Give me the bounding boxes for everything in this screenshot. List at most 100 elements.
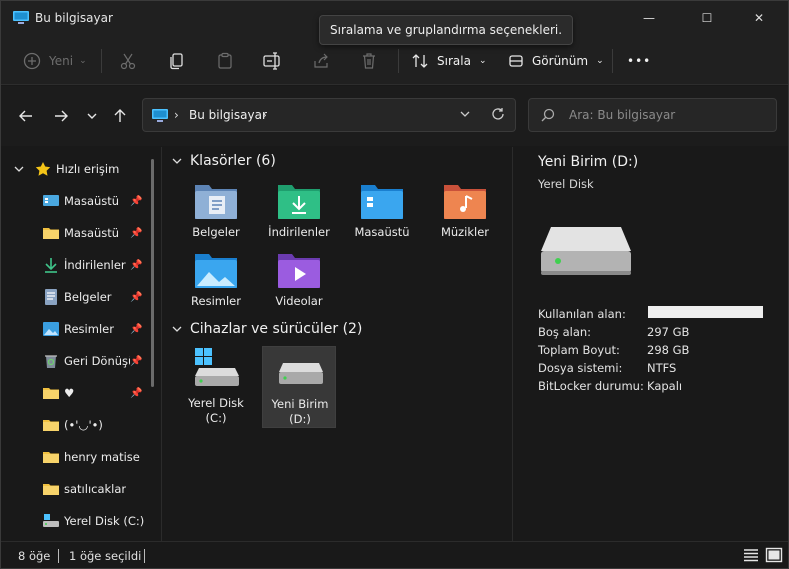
more-options-button[interactable]: ••• bbox=[627, 45, 651, 77]
pin-icon: 📌 bbox=[130, 259, 143, 271]
content-pane: Klasörler (6) Belgeler İndirilenler Masa… bbox=[162, 147, 512, 541]
window-title: Bu bilgisayar bbox=[35, 11, 113, 25]
share-button[interactable] bbox=[312, 45, 330, 77]
folder-icon bbox=[43, 420, 59, 431]
folder-tile-label: Videolar bbox=[275, 294, 323, 308]
sidebar-item-heart-folder[interactable]: ♥ 📌 bbox=[1, 380, 151, 406]
delete-button[interactable] bbox=[360, 45, 378, 77]
drive-tile-name: Yerel Disk bbox=[188, 396, 244, 410]
more-icon: ••• bbox=[627, 54, 652, 68]
sidebar-item-documents[interactable]: Belgeler 📌 bbox=[1, 284, 151, 310]
cut-button[interactable] bbox=[119, 45, 137, 77]
chevron-down-icon bbox=[172, 158, 182, 164]
folder-tile-label: Müzikler bbox=[440, 225, 490, 239]
sidebar-item-desktop[interactable]: Masaüstü 📌 bbox=[1, 188, 151, 214]
arrow-up-icon bbox=[114, 109, 126, 122]
folder-tile-videos[interactable]: Videolar bbox=[262, 250, 336, 330]
chevron-down-icon bbox=[14, 166, 24, 172]
rename-button[interactable] bbox=[263, 45, 283, 77]
details-view-icon[interactable] bbox=[742, 547, 760, 563]
folder-icon bbox=[43, 484, 59, 495]
free-space-value: 297 GB bbox=[647, 325, 690, 339]
minimize-button[interactable]: — bbox=[626, 1, 672, 35]
drive-tile-c[interactable]: Yerel Disk (C:) bbox=[179, 346, 253, 428]
drives-group-header[interactable]: Cihazlar ve sürücüler (2) bbox=[172, 321, 362, 337]
sidebar-item-face-folder[interactable]: (•'◡'•) bbox=[1, 412, 151, 438]
pin-icon: 📌 bbox=[130, 387, 143, 399]
sidebar-item-henry-matise[interactable]: henry matise bbox=[1, 444, 151, 470]
folder-tile-music[interactable]: Müzikler bbox=[428, 181, 502, 261]
file-system-value: NTFS bbox=[647, 361, 677, 375]
share-icon bbox=[314, 53, 328, 68]
free-space-label: Boş alan: bbox=[538, 325, 592, 339]
sidebar-item-local-disk-c[interactable]: Yerel Disk (C:) bbox=[1, 508, 151, 534]
sidebar-item-label: Belgeler bbox=[64, 290, 112, 304]
navigation-pane: Hızlı erişim Masaüstü 📌 Masaüstü 📌 İndir… bbox=[1, 147, 161, 541]
this-pc-icon bbox=[13, 11, 29, 24]
sidebar-item-label: henry matise bbox=[64, 450, 140, 464]
sidebar-item-quick-access[interactable]: Hızlı erişim bbox=[1, 156, 151, 182]
up-button[interactable] bbox=[108, 104, 132, 128]
drive-tile-letter: (D:) bbox=[289, 412, 311, 426]
sidebar-item-recycle-bin[interactable]: Geri Dönüşü 📌 bbox=[1, 348, 151, 374]
total-size-value: 298 GB bbox=[647, 343, 690, 357]
recent-locations-button[interactable] bbox=[80, 104, 104, 128]
status-divider bbox=[58, 549, 59, 563]
chevron-down-icon bbox=[172, 326, 182, 332]
folder-tile-label: Resimler bbox=[191, 294, 241, 308]
view-button[interactable]: Görünüm ⌄ bbox=[507, 45, 604, 77]
sidebar-item-desktop-folder[interactable]: Masaüstü 📌 bbox=[1, 220, 151, 246]
sidebar-item-pictures[interactable]: Resimler 📌 bbox=[1, 316, 151, 342]
sort-button[interactable]: Sırala ⌄ bbox=[411, 45, 486, 77]
folder-tile-documents[interactable]: Belgeler bbox=[179, 181, 253, 261]
back-button[interactable] bbox=[14, 104, 38, 128]
sort-icon bbox=[412, 54, 428, 68]
new-label: Yeni bbox=[49, 54, 74, 68]
breadcrumb-chevron-icon[interactable]: › bbox=[262, 108, 267, 122]
divider bbox=[398, 49, 399, 73]
documents-icon bbox=[45, 289, 57, 305]
sidebar-item-label: Hızlı erişim bbox=[56, 162, 120, 176]
folder-tile-desktop[interactable]: Masaüstü bbox=[345, 181, 419, 261]
details-subtitle: Yerel Disk bbox=[538, 177, 594, 191]
search-box[interactable]: Ara: Bu bilgisayar bbox=[528, 98, 777, 132]
drive-icon bbox=[541, 227, 631, 275]
folders-group-header[interactable]: Klasörler (6) bbox=[172, 153, 276, 169]
drive-tile-letter: (C:) bbox=[205, 411, 227, 425]
sidebar-item-label: satılıcaklar bbox=[64, 482, 127, 496]
pictures-folder-icon bbox=[195, 254, 237, 288]
this-pc-icon bbox=[152, 109, 168, 122]
search-placeholder: Ara: Bu bilgisayar bbox=[569, 108, 676, 122]
folder-icon bbox=[43, 228, 59, 239]
delete-icon bbox=[363, 53, 375, 69]
sidebar-scrollbar[interactable] bbox=[151, 159, 154, 387]
breadcrumb-item[interactable]: Bu bilgisayar bbox=[189, 108, 267, 122]
address-bar[interactable]: › Bu bilgisayar › bbox=[142, 98, 516, 132]
status-bar: 8 öğe 1 öğe seçildi bbox=[1, 541, 788, 568]
new-button[interactable]: Yeni ⌄ bbox=[23, 45, 87, 77]
drive-tile-d[interactable]: Yeni Birim (D:) bbox=[262, 346, 336, 428]
sidebar-item-label: İndirilenler bbox=[64, 258, 126, 272]
folder-tile-label: Masaüstü bbox=[354, 225, 410, 239]
sidebar-item-satilicaklar[interactable]: satılıcaklar bbox=[1, 476, 151, 502]
close-button[interactable]: ✕ bbox=[736, 1, 782, 35]
pin-icon: 📌 bbox=[130, 227, 143, 239]
folder-tile-downloads[interactable]: İndirilenler bbox=[262, 181, 336, 261]
bitlocker-value: Kapalı bbox=[647, 379, 683, 393]
sidebar-item-downloads[interactable]: İndirilenler 📌 bbox=[1, 252, 151, 278]
used-space-label: Kullanılan alan: bbox=[538, 307, 626, 321]
sidebar-item-label: ♥ bbox=[64, 386, 75, 400]
explorer-window: Bu bilgisayar — ☐ ✕ Sıralama ve grupland… bbox=[0, 0, 789, 569]
paste-button[interactable] bbox=[216, 45, 234, 77]
folder-icon bbox=[43, 388, 59, 399]
copy-button[interactable] bbox=[168, 45, 186, 77]
music-folder-icon bbox=[444, 185, 486, 219]
maximize-button[interactable]: ☐ bbox=[684, 1, 730, 35]
forward-button[interactable] bbox=[49, 104, 73, 128]
videos-folder-icon bbox=[278, 254, 320, 288]
folder-tile-label: İndirilenler bbox=[268, 225, 330, 239]
refresh-icon[interactable] bbox=[491, 107, 505, 121]
chevron-down-icon[interactable] bbox=[459, 108, 471, 120]
folder-tile-pictures[interactable]: Resimler bbox=[179, 250, 253, 330]
large-icons-view-icon[interactable] bbox=[765, 547, 783, 563]
